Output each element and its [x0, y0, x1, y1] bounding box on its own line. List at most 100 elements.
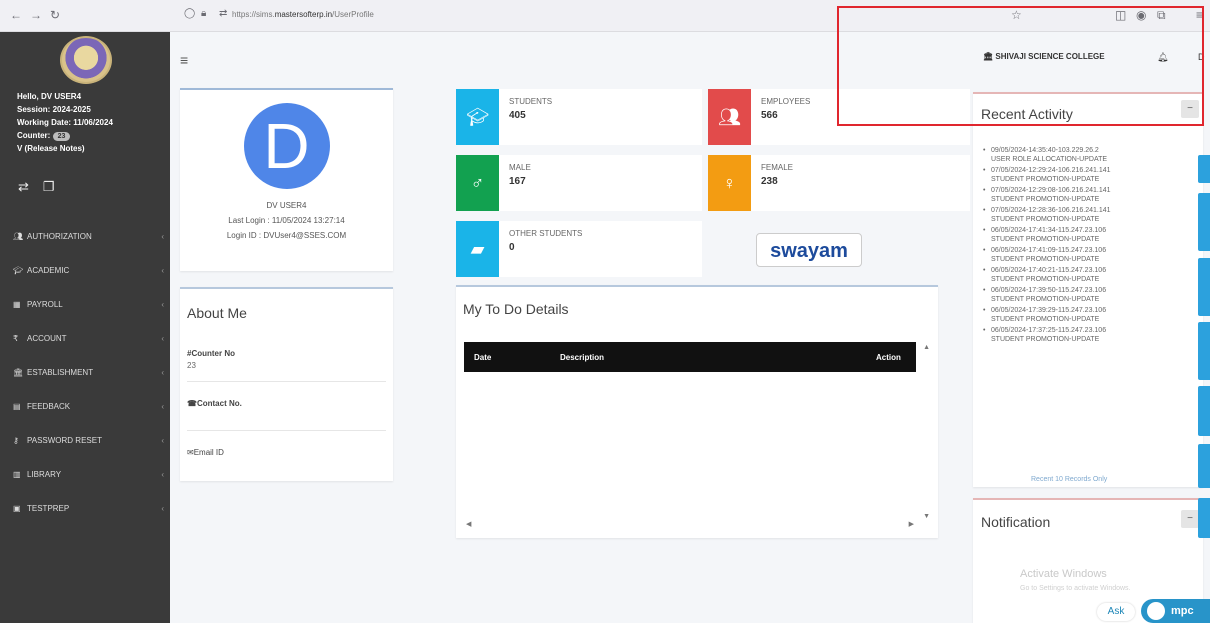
students-tile[interactable]: 🎓︎ STUDENTS 405	[456, 89, 702, 145]
activity-item: 07/05/2024-12:28:36-106.216.241.141 STUDE…	[983, 206, 1183, 226]
column-date[interactable]: Date	[474, 353, 491, 362]
male-tile[interactable]: ♂ MALE 167	[456, 155, 702, 211]
activity-action: STUDENT PROMOTION-UPDATE	[991, 296, 1100, 303]
sidebar: Hello, DV USER4 Session: 2024-2025 Worki…	[0, 32, 170, 623]
column-action[interactable]: Action	[876, 353, 901, 362]
activity-item: 07/05/2024-12:29:24-106.216.241.141 STUDE…	[983, 166, 1183, 186]
activity-time: 06/05/2024-17:41:09-115.247.23.106	[991, 247, 1107, 254]
female-count: 238	[761, 176, 778, 187]
todo-title: My To Do Details	[463, 301, 569, 317]
scroll-down-icon[interactable]: ▼	[923, 513, 930, 520]
scroll-up-icon[interactable]: ▲	[923, 344, 930, 351]
book-icon: ▰	[456, 221, 499, 277]
copy-icon[interactable]: ❐	[43, 179, 69, 194]
activate-windows-subtitle: Go to Settings to activate Windows.	[1020, 585, 1131, 592]
sidebar-item-account[interactable]: ₹ ACCOUNT ‹	[0, 321, 170, 355]
counter-badge: 23	[52, 132, 71, 141]
students-count: 405	[509, 110, 526, 121]
activate-windows-title: Activate Windows	[1020, 568, 1107, 580]
profile-card: D DV USER4 Last Login : 11/05/2024 13:27…	[180, 88, 393, 271]
last-login: Last Login : 11/05/2024 13:27:14	[228, 216, 345, 225]
hamburger-menu-icon[interactable]: ≡	[180, 52, 188, 68]
working-date: Working Date: 11/06/2024	[17, 118, 113, 127]
profile-name: DV USER4	[266, 201, 307, 210]
side-tab[interactable]	[1198, 498, 1210, 538]
highlight-box	[837, 6, 1204, 126]
sidebar-item-feedback[interactable]: ▤ FEEDBACK ‹	[0, 389, 170, 423]
column-description[interactable]: Description	[560, 353, 604, 362]
reload-icon[interactable]: ↻	[50, 8, 60, 22]
activity-item: 06/05/2024-17:40:21-115.247.23.106 STUDEN…	[983, 266, 1183, 286]
sidebar-item-establishment[interactable]: 🏛︎ ESTABLISHMENT ‹	[0, 355, 170, 389]
sidebar-item-library[interactable]: ▥ LIBRARY ‹	[0, 457, 170, 491]
release-notes-link[interactable]: V (Release Notes)	[17, 142, 113, 155]
swayam-logo[interactable]: swayam	[756, 233, 862, 267]
email-icon: ✉	[187, 448, 194, 457]
graduation-cap-icon: 🎓︎	[13, 265, 24, 275]
table-icon: ▦	[13, 299, 21, 309]
notification-title: Notification	[981, 514, 1051, 530]
sidebar-menu: 👥︎ AUTHORIZATION ‹ 🎓︎ ACADEMIC ‹ ▦ PAYROLL ‹ ₹…	[0, 219, 170, 525]
permissions-icon[interactable]: ⇄	[219, 8, 227, 19]
activity-action: STUDENT PROMOTION-UPDATE	[991, 196, 1100, 203]
scroll-left-icon[interactable]: ◀	[466, 520, 471, 528]
activity-item: 06/05/2024-17:39:29-115.247.23.106 STUDEN…	[983, 306, 1183, 326]
sidebar-item-authorization[interactable]: 👥︎ AUTHORIZATION ‹	[0, 219, 170, 253]
activity-action: STUDENT PROMOTION-UPDATE	[991, 276, 1100, 283]
side-tab[interactable]	[1198, 444, 1210, 488]
activity-time: 07/05/2024-12:29:24-106.216.241.141	[991, 167, 1111, 174]
male-icon: ♂	[456, 155, 499, 211]
ask-button[interactable]: Ask	[1097, 603, 1135, 621]
sidebar-item-testprep[interactable]: ▣ TESTPREP ‹	[0, 491, 170, 525]
female-tile[interactable]: ♀ FEMALE 238	[708, 155, 970, 211]
activity-item: 06/05/2024-17:37:25-115.247.23.106 STUDEN…	[983, 326, 1183, 346]
lock-icon[interactable]: 🔒︎	[201, 8, 206, 19]
recent-records-link[interactable]: Recent 10 Records Only	[1031, 476, 1107, 483]
sidebar-item-payroll[interactable]: ▦ PAYROLL ‹	[0, 287, 170, 321]
horizontal-scrollbar[interactable]: ◀ ▶	[464, 520, 916, 528]
recent-activity-card: Recent Activity − 09/05/2024-14:35:40-10…	[973, 92, 1203, 487]
collapse-button[interactable]: −	[1181, 510, 1199, 528]
activity-item: 09/05/2024-14:35:40-103.229.26.2 USER ROL…	[983, 146, 1183, 166]
activity-list: 09/05/2024-14:35:40-103.229.26.2 USER ROL…	[983, 146, 1183, 346]
chevron-left-icon: ‹	[161, 469, 164, 479]
activity-time: 09/05/2024-14:35:40-103.229.26.2	[991, 147, 1099, 154]
chevron-left-icon: ‹	[161, 333, 164, 343]
users-icon: 👥︎	[13, 231, 24, 241]
chevron-left-icon: ‹	[161, 503, 164, 513]
sidebar-item-password-reset[interactable]: ⚷ PASSWORD RESET ‹	[0, 423, 170, 457]
activity-action: STUDENT PROMOTION-UPDATE	[991, 316, 1100, 323]
sidebar-item-academic[interactable]: 🎓︎ ACADEMIC ‹	[0, 253, 170, 287]
users-icon: 👥︎	[708, 89, 751, 145]
scroll-right-icon[interactable]: ▶	[909, 520, 914, 528]
email-section: ✉Email ID	[187, 448, 224, 457]
feedback-icon: ▤	[13, 401, 21, 411]
graduation-cap-icon: 🎓︎	[456, 89, 499, 145]
chat-widget-button[interactable]: mpc	[1141, 599, 1210, 623]
avatar: D	[243, 103, 330, 189]
side-tab[interactable]	[1198, 258, 1210, 316]
divider	[187, 430, 386, 431]
rupee-icon: ₹	[13, 333, 19, 343]
other-students-tile[interactable]: ▰ OTHER STUDENTS 0	[456, 221, 970, 277]
side-tab[interactable]	[1198, 193, 1210, 251]
activity-action: STUDENT PROMOTION-UPDATE	[991, 216, 1100, 223]
chevron-left-icon: ‹	[161, 299, 164, 309]
library-icon: ▥	[13, 469, 21, 479]
switch-icon[interactable]: ⇄	[18, 179, 43, 194]
address-bar[interactable]: https://sims.mastersofterp.in/UserProfil…	[232, 10, 374, 19]
employees-count: 566	[761, 110, 778, 121]
todo-card: My To Do Details Date Description Action…	[456, 285, 938, 538]
side-tab[interactable]	[1198, 386, 1210, 436]
key-icon: ⚷	[13, 435, 19, 445]
side-tab[interactable]	[1198, 322, 1210, 380]
chevron-left-icon: ‹	[161, 435, 164, 445]
activity-action: STUDENT PROMOTION-UPDATE	[991, 256, 1100, 263]
activity-item: 07/05/2024-12:29:08-106.216.241.141 STUDE…	[983, 186, 1183, 206]
activity-action: STUDENT PROMOTION-UPDATE	[991, 236, 1100, 243]
chevron-left-icon: ‹	[161, 231, 164, 241]
side-tab[interactable]	[1198, 155, 1210, 183]
forward-icon[interactable]: →	[30, 8, 42, 22]
back-icon[interactable]: ←	[10, 8, 22, 22]
divider	[187, 381, 386, 382]
